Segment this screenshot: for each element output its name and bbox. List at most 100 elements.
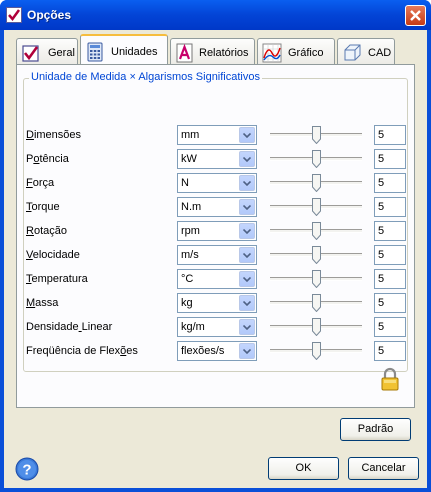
digits-slider[interactable] [270,149,362,169]
slider-thumb[interactable] [312,126,321,144]
chevron-down-icon [243,349,251,354]
dropdown-button[interactable] [239,343,255,359]
row-label: Temperatura [26,273,88,285]
digits-input[interactable]: 5 [374,173,406,193]
default-button[interactable]: Padrão [340,418,411,441]
checkbox-icon [22,45,39,62]
chart-icon [262,43,282,63]
digits-input[interactable]: 5 [374,149,406,169]
tab-label: Geral [48,47,75,59]
slider-thumb[interactable] [312,198,321,216]
digits-value: 5 [378,273,385,285]
unit-select[interactable]: mm [177,125,257,145]
unit-select[interactable]: N [177,173,257,193]
slider-thumb[interactable] [312,150,321,168]
dropdown-button[interactable] [239,151,255,167]
chevron-down-icon [243,229,251,234]
slider-thumb[interactable] [312,174,321,192]
unit-select[interactable]: °C [177,269,257,289]
digits-slider[interactable] [270,341,362,361]
unit-select-value: N [181,177,189,189]
digits-value: 5 [378,177,385,189]
digits-slider[interactable] [270,221,362,241]
unit-select[interactable]: kg/m [177,317,257,337]
digits-value: 5 [378,345,385,357]
unit-select-value: kg/m [181,321,205,333]
digits-input[interactable]: 5 [374,317,406,337]
row-label: Força [26,177,55,189]
dropdown-button[interactable] [239,271,255,287]
row-label: Rotação [26,225,67,237]
chevron-down-icon [243,157,251,162]
chevron-down-icon [243,253,251,258]
tab-cad[interactable]: CAD [337,38,395,64]
lock-icon[interactable] [380,367,400,391]
dropdown-button[interactable] [239,175,255,191]
unit-select[interactable]: kg [177,293,257,313]
slider-thumb[interactable] [312,318,321,336]
ok-button[interactable]: OK [268,457,339,480]
slider-thumb[interactable] [312,270,321,288]
digits-slider[interactable] [270,125,362,145]
group-title: Unidade de Medida × Algarismos Significa… [29,71,262,83]
tab-relatorios[interactable]: Relatórios [170,38,255,64]
digits-input[interactable]: 5 [374,221,406,241]
digits-input[interactable]: 5 [374,197,406,217]
tab-label: CAD [368,47,392,59]
digits-value: 5 [378,321,385,333]
unit-select-value: kg [181,297,193,309]
title-bar[interactable]: Opções [0,0,431,30]
close-button[interactable] [405,5,426,26]
unit-select[interactable]: rpm [177,221,257,241]
chevron-down-icon [243,205,251,210]
digits-input[interactable]: 5 [374,125,406,145]
digits-slider[interactable] [270,317,362,337]
dropdown-button[interactable] [239,319,255,335]
tab-label: Relatórios [199,47,249,59]
slider-thumb[interactable] [312,294,321,312]
unit-select[interactable]: m/s [177,245,257,265]
unit-select-value: N.m [181,201,202,213]
digits-slider[interactable] [270,293,362,313]
row-label: Torque [26,201,60,213]
tab-grafico[interactable]: Gráfico [257,38,335,64]
tab-unidades[interactable]: Unidades [80,34,168,64]
dropdown-button[interactable] [239,247,255,263]
slider-thumb[interactable] [312,342,321,360]
digits-slider[interactable] [270,269,362,289]
cancel-button[interactable]: Cancelar [348,457,419,480]
help-icon[interactable]: ? [15,457,39,481]
tab-geral[interactable]: Geral [16,38,78,64]
dropdown-button[interactable] [239,199,255,215]
unit-select[interactable]: flexões/s [177,341,257,361]
dropdown-button[interactable] [239,295,255,311]
unit-select-value: kW [181,153,197,165]
close-icon [410,10,421,21]
unit-select[interactable]: N.m [177,197,257,217]
digits-input[interactable]: 5 [374,341,406,361]
digits-slider[interactable] [270,245,362,265]
unit-select-value: mm [181,129,200,141]
digits-input[interactable]: 5 [374,293,406,313]
dropdown-button[interactable] [239,223,255,239]
chevron-down-icon [243,181,251,186]
dropdown-button[interactable] [239,127,255,143]
digits-input[interactable]: 5 [374,269,406,289]
cube-icon [344,44,361,61]
unit-select[interactable]: kW [177,149,257,169]
svg-text:?: ? [22,462,31,479]
window-title: Opções [27,8,72,22]
chevron-down-icon [243,277,251,282]
units-tab-panel: Unidade de Medida × Algarismos Significa… [16,64,415,408]
row-label: Densidade Linear [26,321,113,333]
row-label: Massa [26,297,59,309]
slider-thumb[interactable] [312,246,321,264]
slider-thumb[interactable] [312,222,321,240]
chevron-down-icon [243,325,251,330]
calculator-icon [87,42,103,62]
digits-value: 5 [378,201,385,213]
digits-slider[interactable] [270,173,362,193]
digits-value: 5 [378,129,385,141]
digits-slider[interactable] [270,197,362,217]
digits-input[interactable]: 5 [374,245,406,265]
